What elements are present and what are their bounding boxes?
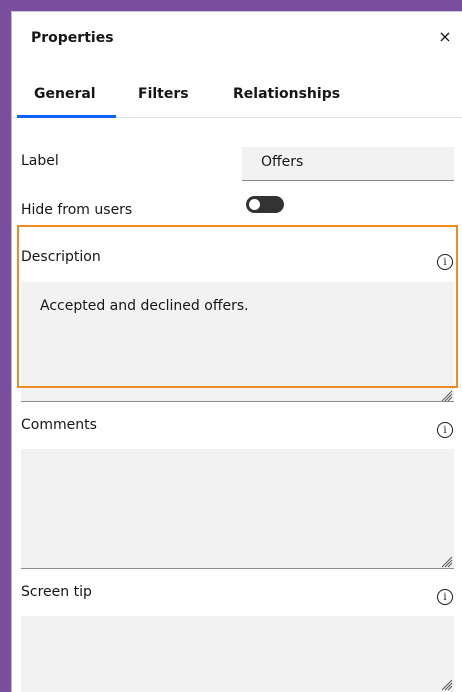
close-icon[interactable]: × bbox=[435, 26, 455, 46]
screen-tip-label: Screen tip bbox=[21, 584, 92, 600]
comments-section: Comments i bbox=[12, 407, 462, 572]
description-textarea[interactable]: Accepted and declined offers. bbox=[21, 282, 454, 402]
tab-general[interactable]: General bbox=[34, 86, 96, 102]
toggle-knob bbox=[249, 199, 260, 210]
hide-from-users-label: Hide from users bbox=[21, 202, 133, 218]
comments-label: Comments bbox=[21, 417, 97, 433]
hide-from-users-toggle[interactable] bbox=[246, 196, 284, 213]
tab-filters[interactable]: Filters bbox=[138, 86, 189, 102]
comments-textarea[interactable] bbox=[21, 449, 454, 569]
screen-tip-resize-handle-icon[interactable] bbox=[441, 679, 453, 691]
description-label: Description bbox=[21, 249, 101, 265]
description-resize-handle-icon[interactable] bbox=[441, 390, 453, 402]
panel-header: Properties × bbox=[12, 12, 462, 68]
active-tab-indicator bbox=[17, 115, 116, 118]
comments-info-icon[interactable]: i bbox=[437, 422, 453, 438]
label-input[interactable]: Offers bbox=[242, 147, 454, 181]
description-info-icon[interactable]: i bbox=[437, 254, 453, 270]
properties-panel: Properties × General Filters Relationshi… bbox=[11, 11, 462, 692]
comments-resize-handle-icon[interactable] bbox=[441, 556, 453, 568]
label-field-label: Label bbox=[21, 153, 59, 169]
tab-relationships[interactable]: Relationships bbox=[233, 86, 340, 102]
panel-title: Properties bbox=[31, 30, 114, 46]
description-section: Description i Accepted and declined offe… bbox=[12, 225, 462, 405]
screen-tip-section: Screen tip i bbox=[12, 574, 462, 692]
tab-bar: General Filters Relationships bbox=[12, 68, 462, 118]
screen-tip-info-icon[interactable]: i bbox=[437, 589, 453, 605]
screen-tip-textarea[interactable] bbox=[21, 616, 454, 692]
